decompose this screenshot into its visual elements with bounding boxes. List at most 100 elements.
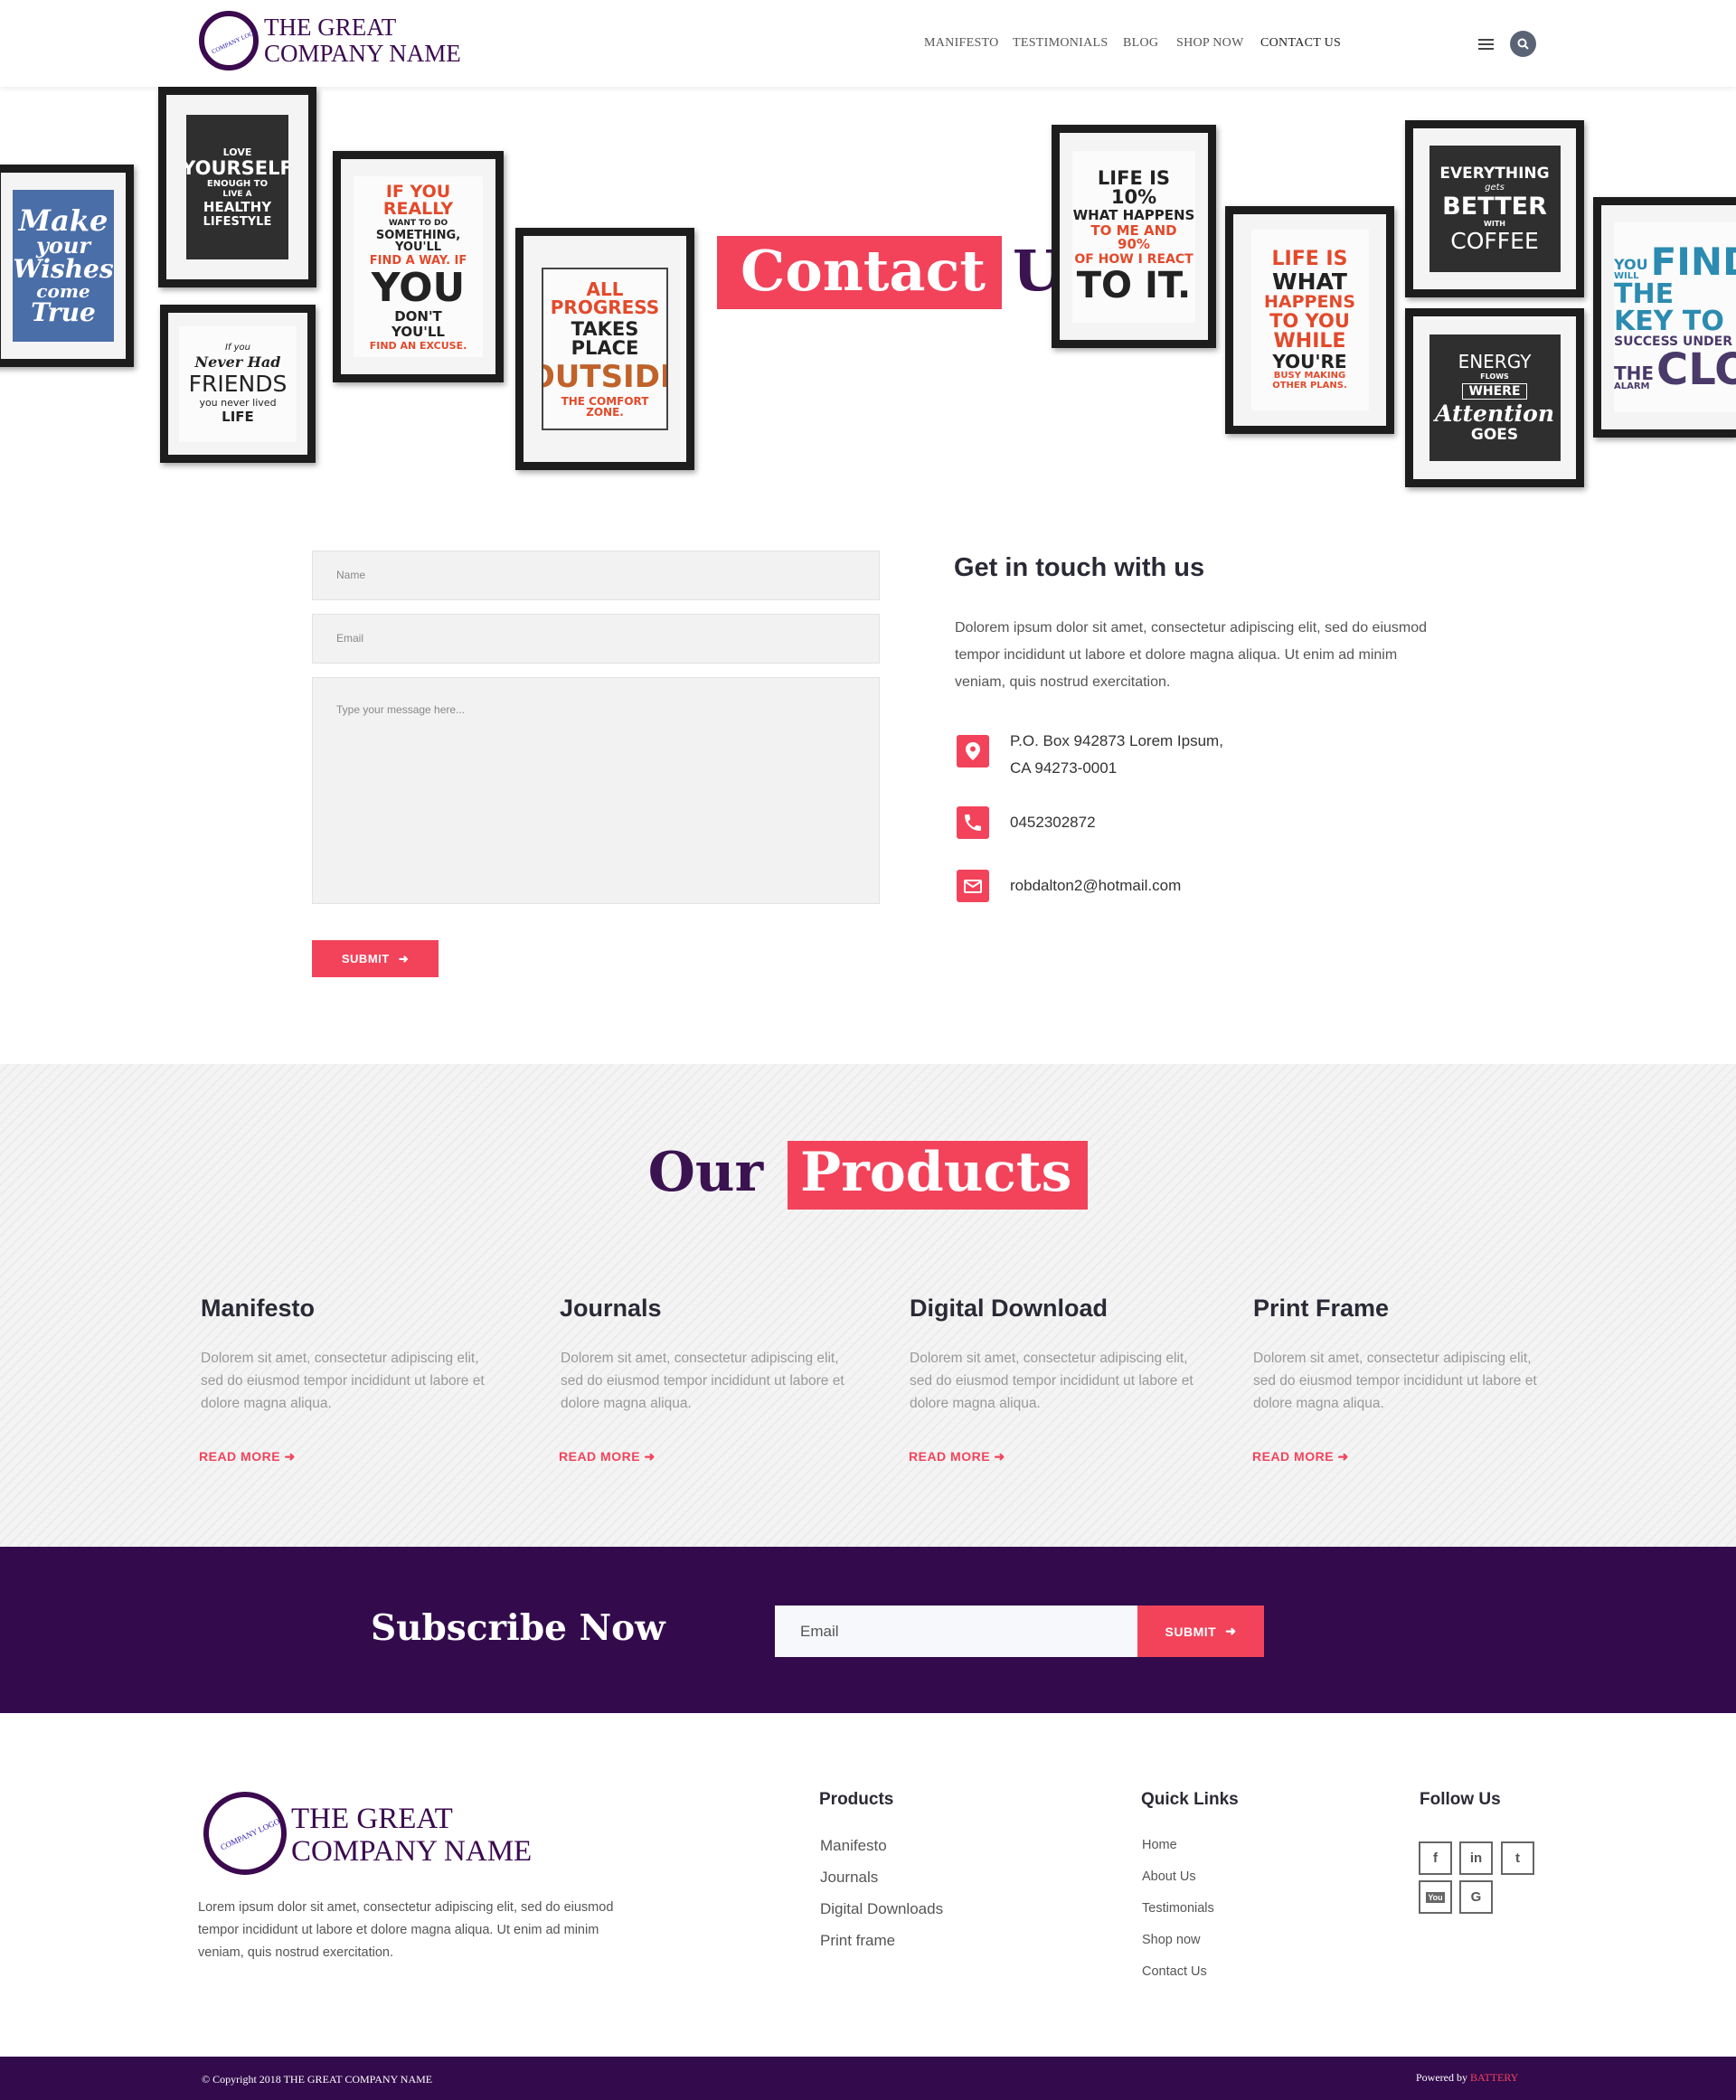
poster-text: HEALTHY xyxy=(203,198,272,215)
poster-text: WHAT xyxy=(1272,268,1347,295)
product-description: Dolorem sit amet, consectetur adipiscing… xyxy=(561,1351,844,1411)
footer-quick-link[interactable]: Testimonials xyxy=(1142,1901,1214,1916)
google-icon[interactable]: G xyxy=(1459,1880,1493,1914)
poster-text: YOU'LL xyxy=(392,323,445,340)
logo-icon[interactable]: COMPANY LOGO xyxy=(199,11,259,71)
poster-frame-love-yourself: LOVE YOURSELF ENOUGH TO LIVE A HEALTHY L… xyxy=(158,87,316,287)
contact-info-title: Get in touch with us xyxy=(954,553,1205,582)
product-read-more-link[interactable]: READ MORE ➜ xyxy=(909,1449,1005,1464)
product-read-more-link[interactable]: READ MORE ➜ xyxy=(199,1449,296,1464)
contact-submit-button[interactable]: SUBMIT ➜ xyxy=(312,940,439,977)
product-read-more-link[interactable]: READ MORE ➜ xyxy=(1252,1449,1349,1464)
footer-quick-link[interactable]: Contact Us xyxy=(1142,1964,1207,1979)
email-field[interactable]: Email xyxy=(312,614,880,664)
arrow-right-icon: ➜ xyxy=(1337,1449,1349,1464)
poster-frame-all-progress: ALL PROGRESS TAKES PLACE OUTSIDE THE COM… xyxy=(515,228,694,470)
poster-text: TAKES PLACE xyxy=(571,318,639,359)
product-description: Dolorem sit amet, consectetur adipiscing… xyxy=(1253,1351,1537,1411)
footer-logo-small-text: COMPANY LOGO xyxy=(219,1816,281,1852)
product-description: Dolorem sit amet, consectetur adipiscing… xyxy=(201,1351,485,1411)
powered-by: Powered by BATTERY xyxy=(1416,2071,1518,2085)
poster-text: WITH xyxy=(1484,219,1505,228)
poster-text: YOURSELF xyxy=(186,156,288,179)
poster-text: Never Had xyxy=(194,353,281,371)
poster-text: SOMETHING, YOU'LL xyxy=(375,228,461,254)
poster-frame-energy-flows: ENERGY FLOWS WHERE Attention GOES xyxy=(1405,308,1584,487)
poster-text: FLOWS xyxy=(1480,372,1509,381)
facebook-icon[interactable]: f xyxy=(1419,1841,1452,1875)
read-more-label: READ MORE xyxy=(909,1449,991,1464)
hamburger-menu-icon[interactable] xyxy=(1478,39,1494,50)
poster-text: FRIENDS xyxy=(188,371,288,397)
nav-blog[interactable]: BLOG xyxy=(1123,36,1158,51)
product-name: Journals xyxy=(560,1295,662,1322)
poster-text: LIVE A xyxy=(222,189,252,199)
footer-logo-line-2: COMPANY NAME xyxy=(291,1834,533,1868)
page-title: ContactUs xyxy=(717,236,1093,309)
footer-logo-line-1: THE GREAT xyxy=(291,1803,453,1835)
footer-logo-text[interactable]: THE GREAT COMPANY NAME xyxy=(291,1803,532,1868)
footer-quick-link[interactable]: Home xyxy=(1142,1838,1177,1852)
page-title-highlight: Contact xyxy=(717,236,1002,309)
poster-frame-if-you-really: IF YOU REALLY WANT TO DO SOMETHING, YOU'… xyxy=(333,151,504,382)
poster-text: you never lived xyxy=(199,397,277,409)
logo-line-1: THE GREAT xyxy=(264,14,397,41)
footer-products-link[interactable]: Print frame xyxy=(820,1932,895,1950)
product-read-more-link[interactable]: READ MORE ➜ xyxy=(559,1449,656,1464)
subscribe-email-input[interactable]: Email xyxy=(775,1606,1137,1657)
footer-follow-heading: Follow Us xyxy=(1420,1790,1501,1809)
nav-manifesto[interactable]: MANIFESTO xyxy=(924,36,999,51)
arrow-right-icon: ➜ xyxy=(284,1449,296,1464)
product-name: Print Frame xyxy=(1253,1295,1390,1322)
footer-quick-link[interactable]: Shop now xyxy=(1142,1933,1201,1947)
google-glyph: G xyxy=(1470,1889,1482,1905)
poster-text: OUTSIDE xyxy=(543,359,666,395)
footer-quick-link[interactable]: About Us xyxy=(1142,1869,1196,1884)
product-description: Dolorem sit amet, consectetur adipiscing… xyxy=(910,1351,1194,1411)
youtube-glyph: You xyxy=(1426,1891,1445,1903)
poster-text: COFFEE xyxy=(1450,227,1539,254)
products-title-highlight: Products xyxy=(788,1141,1089,1210)
read-more-label: READ MORE xyxy=(559,1449,641,1464)
poster-frame-friends: If you Never Had FRIENDS you never lived… xyxy=(160,305,316,463)
nav-shop-now[interactable]: SHOP NOW xyxy=(1176,36,1244,51)
poster-text: TO YOU xyxy=(1269,310,1350,332)
poster-text: FIND xyxy=(1650,240,1736,284)
footer-products-link[interactable]: Digital Downloads xyxy=(820,1900,943,1918)
email-placeholder: Email xyxy=(336,632,364,645)
subscribe-submit-button[interactable]: SUBMIT ➜ xyxy=(1137,1606,1264,1657)
logo-text[interactable]: THE GREAT COMPANY NAME xyxy=(264,14,461,67)
nav-contact-us[interactable]: CONTACT US xyxy=(1260,36,1341,51)
email-address[interactable]: robdalton2@hotmail.com xyxy=(1010,872,1181,899)
products-title-plain: Our xyxy=(647,1141,764,1204)
arrow-right-icon: ➜ xyxy=(994,1449,1005,1464)
footer-logo-icon[interactable]: COMPANY LOGO xyxy=(203,1792,287,1875)
message-textarea[interactable]: Type your message here... xyxy=(312,677,880,904)
twitter-icon[interactable]: t xyxy=(1501,1841,1534,1875)
linkedin-icon[interactable]: in xyxy=(1459,1841,1493,1875)
youtube-icon[interactable]: You xyxy=(1419,1880,1452,1914)
poster-text: LIFESTYLE xyxy=(203,214,272,229)
name-field[interactable]: Name xyxy=(312,551,880,600)
search-icon[interactable] xyxy=(1510,31,1536,57)
footer-products-link[interactable]: Journals xyxy=(820,1869,878,1887)
linkedin-glyph: in xyxy=(1469,1850,1483,1866)
copyright-text: © Copyright 2018 THE GREAT COMPANY NAME xyxy=(202,2073,433,2086)
logo-line-2: COMPANY NAME xyxy=(264,40,461,68)
arrow-right-icon: ➜ xyxy=(1225,1624,1237,1638)
powered-by-brand-link[interactable]: BATTERY xyxy=(1470,2071,1518,2084)
poster-frame-find-the-key: YOU WILL FIND THE KEY TO SUCCESS UNDER T… xyxy=(1593,197,1736,438)
poster-text: THE COMFORT ZONE. xyxy=(561,395,649,419)
poster-text: WHAT HAPPENS xyxy=(1072,207,1195,223)
read-more-label: READ MORE xyxy=(1252,1449,1335,1464)
poster-text: gets xyxy=(1485,182,1505,193)
twitter-glyph: t xyxy=(1515,1850,1520,1866)
footer-products-link[interactable]: Manifesto xyxy=(820,1837,887,1855)
email-envelope-icon xyxy=(957,870,989,902)
subscribe-title: Subscribe Now xyxy=(371,1607,665,1649)
poster-text: YOU'RE xyxy=(1272,351,1347,372)
nav-testimonials[interactable]: TESTIMONIALS xyxy=(1013,36,1108,51)
phone-number[interactable]: 0452302872 xyxy=(1010,809,1096,836)
footer-products-heading: Products xyxy=(819,1790,894,1809)
arrow-right-icon: ➜ xyxy=(398,951,410,965)
